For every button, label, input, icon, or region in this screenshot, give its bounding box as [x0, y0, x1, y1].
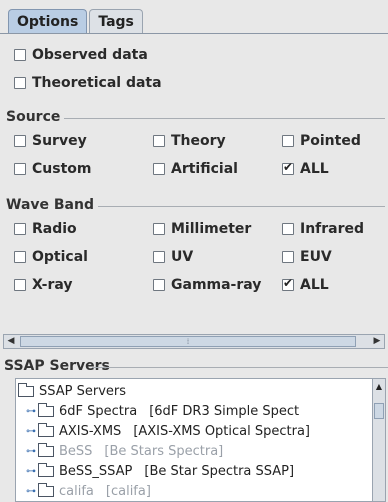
waveband-optical-checkbox[interactable]: Optical	[14, 249, 88, 265]
scroll-up-icon[interactable]: ▲	[373, 380, 385, 393]
checkbox-box	[282, 251, 294, 263]
node-name: califa	[59, 483, 94, 499]
checkbox-box	[14, 77, 26, 89]
folder-icon	[38, 462, 54, 477]
expand-handle-icon[interactable]: ⊶	[24, 426, 38, 437]
expand-handle-icon[interactable]: ⊶	[24, 486, 38, 497]
checkbox-label: Observed data	[32, 47, 148, 63]
checkbox-label: Radio	[32, 221, 77, 237]
expand-handle-icon[interactable]: ⊶	[24, 466, 38, 477]
checkbox-label: Gamma-ray	[171, 277, 262, 293]
tree-node-axis-xms[interactable]: ⊶ AXIS-XMS [AXIS-XMS Optical Spectra]	[24, 421, 310, 441]
checkbox-label: Theory	[171, 133, 226, 149]
ssap-divider	[92, 367, 388, 368]
waveband-group-title: Wave Band	[2, 197, 98, 213]
checkbox-box	[153, 135, 165, 147]
checkbox-label: Infrared	[300, 221, 365, 237]
scrollbar-thumb[interactable]: ⁞	[20, 336, 356, 347]
waveband-uv-checkbox[interactable]: UV	[153, 249, 193, 265]
checkbox-box	[14, 49, 26, 61]
node-desc: [Be Stars Spectra]	[104, 443, 224, 459]
waveband-gammaray-checkbox[interactable]: Gamma-ray	[153, 277, 261, 293]
folder-icon	[38, 402, 54, 417]
tab-divider	[0, 33, 388, 34]
source-group: Source	[2, 109, 385, 125]
checkbox-box	[153, 163, 165, 175]
scroll-right-icon[interactable]: ▶	[370, 335, 384, 348]
tree-node-califa[interactable]: ⊶ califa [califa]	[24, 481, 151, 501]
waveband-xray-checkbox[interactable]: X-ray	[14, 277, 73, 293]
tab-options[interactable]: Options	[8, 9, 88, 33]
checkbox-box	[14, 163, 26, 175]
source-survey-checkbox[interactable]: Survey	[14, 133, 87, 149]
expand-handle-icon[interactable]: ⊶	[24, 406, 38, 417]
horizontal-scrollbar[interactable]: ◀ ⁞ ▶	[3, 334, 385, 349]
waveband-group: Wave Band	[2, 197, 385, 213]
waveband-radio-checkbox[interactable]: Radio	[14, 221, 77, 237]
checkbox-box	[14, 251, 26, 263]
checkbox-label: Custom	[32, 161, 92, 177]
checkbox-box-checked	[282, 160, 294, 175]
scroll-left-icon[interactable]: ◀	[4, 335, 18, 348]
checkbox-label: Millimeter	[171, 221, 252, 237]
checkbox-label: ALL	[300, 161, 329, 177]
checkbox-box	[153, 223, 165, 235]
source-theory-checkbox[interactable]: Theory	[153, 133, 226, 149]
checkbox-label: UV	[171, 249, 194, 265]
tree-node-bess-ssap[interactable]: ⊶ BeSS_SSAP [Be Star Spectra SSAP]	[24, 461, 294, 481]
source-group-title: Source	[2, 109, 65, 125]
tab-bar: Options Tags	[8, 9, 145, 34]
waveband-millimeter-checkbox[interactable]: Millimeter	[153, 221, 251, 237]
node-desc: [AXIS-XMS Optical Spectra]	[133, 423, 310, 439]
theoretical-data-checkbox[interactable]: Theoretical data	[14, 75, 162, 91]
folder-icon	[38, 422, 54, 437]
ssap-servers-title: SSAP Servers	[4, 358, 114, 374]
scrollbar-thumb[interactable]	[374, 403, 384, 419]
observed-data-checkbox[interactable]: Observed data	[14, 47, 148, 63]
checkbox-label: Survey	[32, 133, 87, 149]
node-desc: [califa]	[105, 483, 151, 499]
checkbox-box	[14, 135, 26, 147]
checkbox-box	[282, 223, 294, 235]
checkbox-box	[282, 135, 294, 147]
checkbox-label: Artificial	[171, 161, 238, 177]
waveband-all-checkbox[interactable]: ALL	[282, 276, 329, 293]
vertical-scrollbar[interactable]: ▲	[372, 378, 386, 502]
source-all-checkbox[interactable]: ALL	[282, 160, 329, 177]
checkbox-label: X-ray	[32, 277, 73, 293]
tab-tags[interactable]: Tags	[89, 9, 143, 33]
ssap-server-tree[interactable]: SSAP Servers ⊶ 6dF Spectra [6dF DR3 Simp…	[15, 378, 373, 502]
node-name: 6dF Spectra	[59, 403, 138, 419]
folder-icon	[38, 482, 54, 497]
checkbox-label: Pointed	[300, 133, 361, 149]
tree-node-6df[interactable]: ⊶ 6dF Spectra [6dF DR3 Simple Spect	[24, 401, 299, 421]
node-desc: [Be Star Spectra SSAP]	[144, 463, 295, 479]
source-custom-checkbox[interactable]: Custom	[14, 161, 91, 177]
checkbox-box	[153, 251, 165, 263]
checkbox-label: EUV	[300, 249, 332, 265]
checkbox-box	[14, 279, 26, 291]
checkbox-box	[14, 223, 26, 235]
node-name: BeSS_SSAP	[59, 463, 133, 479]
source-artificial-checkbox[interactable]: Artificial	[153, 161, 238, 177]
waveband-euv-checkbox[interactable]: EUV	[282, 249, 332, 265]
checkbox-label: Optical	[32, 249, 88, 265]
folder-icon	[18, 382, 34, 397]
checkbox-box	[153, 279, 165, 291]
node-name: BeSS	[59, 443, 93, 459]
checkbox-label: ALL	[300, 277, 329, 293]
folder-icon	[38, 442, 54, 457]
waveband-infrared-checkbox[interactable]: Infrared	[282, 221, 364, 237]
node-name: AXIS-XMS	[59, 423, 122, 439]
expand-handle-icon[interactable]: ⊶	[24, 446, 38, 457]
tree-root[interactable]: SSAP Servers	[18, 381, 126, 401]
source-pointed-checkbox[interactable]: Pointed	[282, 133, 361, 149]
node-desc: [6dF DR3 Simple Spect	[149, 403, 300, 419]
tree-root-label: SSAP Servers	[39, 383, 127, 399]
checkbox-box-checked	[282, 276, 294, 291]
checkbox-label: Theoretical data	[32, 75, 162, 91]
tree-node-bess[interactable]: ⊶ BeSS [Be Stars Spectra]	[24, 441, 223, 461]
